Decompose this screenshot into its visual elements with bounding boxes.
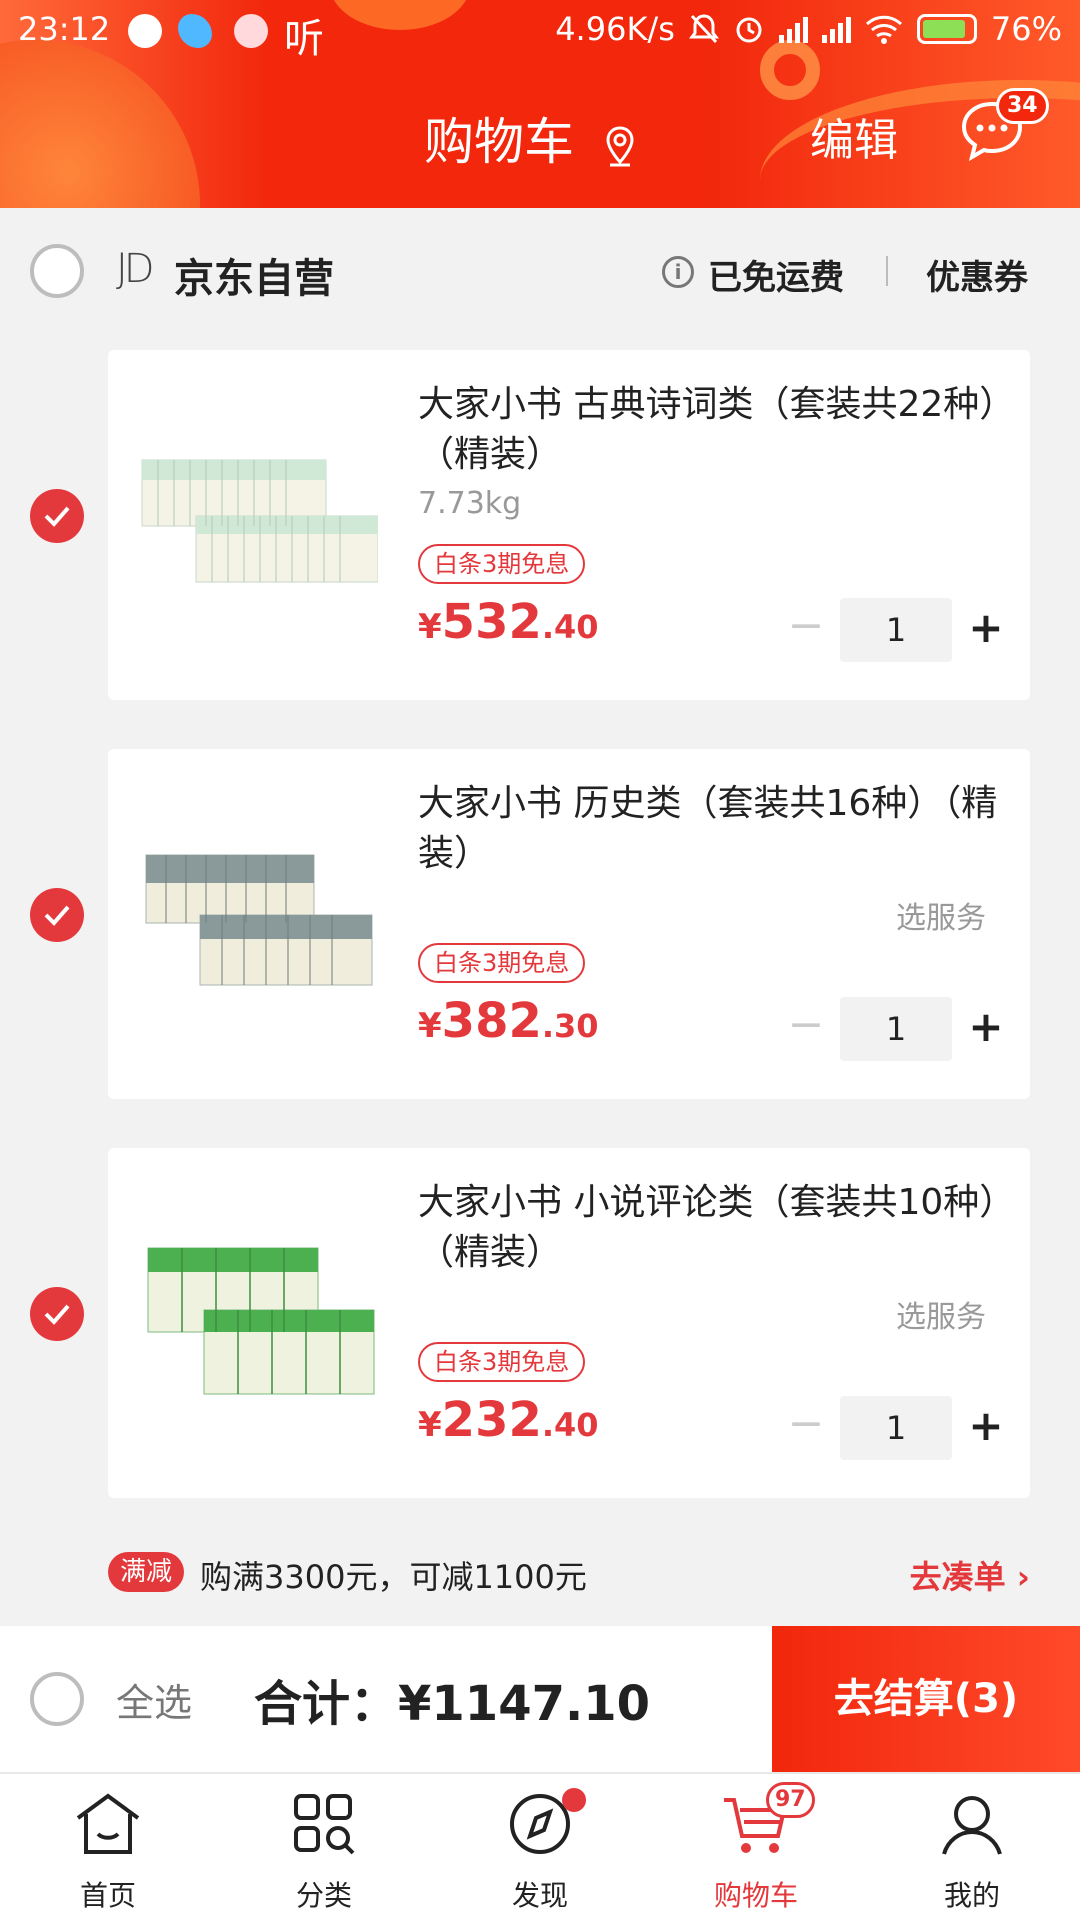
store-select-checkbox[interactable] [30,244,84,298]
increase-quantity-button[interactable]: + [964,997,1008,1057]
signal-icon [778,15,808,43]
product-weight: 7.73kg [418,486,522,521]
checkout-button[interactable]: 去结算(3) [772,1626,1080,1772]
profile-icon [942,1796,1002,1855]
decrease-quantity-button[interactable]: − [784,1396,828,1456]
jd-logo: JD [116,246,155,292]
increase-quantity-button[interactable]: + [964,1396,1008,1456]
alarm-icon [736,17,762,43]
info-icon[interactable]: i [662,256,694,288]
decrease-quantity-button[interactable]: − [784,997,828,1057]
price-symbol: ¥ [418,1006,442,1046]
message-count-badge: 34 [996,88,1049,124]
product-image[interactable] [138,1218,378,1398]
price-integer: 232 [441,1392,542,1448]
cart-count-badge: 97 [766,1782,815,1818]
page-title-area: 购物车 [0,102,1080,174]
tab-discover[interactable]: 发现 [432,1774,648,1920]
cart-item[interactable]: 大家小书 小说评论类（套装共10种）（精装） 选服务 白条3期免息 ¥232.4… [108,1148,1030,1498]
mute-bell-icon [688,14,719,44]
tab-label: 发现 [511,1879,568,1912]
tab-cart[interactable]: 97 购物车 [648,1774,864,1920]
cart-item[interactable]: 大家小书 古典诗词类（套装共22种）（精装） 7.73kg 白条3期免息 ¥53… [108,350,1030,700]
category-icon [294,1794,355,1855]
select-all-label[interactable]: 全选 [116,1672,192,1727]
price-symbol: ¥ [418,607,442,647]
status-time: 23:12 [18,10,111,48]
tab-label: 购物车 [713,1879,798,1912]
price-integer: 382 [441,993,542,1049]
installment-tag: 白条3期免息 [418,943,586,983]
promotion-bar: 满减 购满3300元，可减1100元 去凑单 › [108,1544,1030,1600]
decrease-quantity-button[interactable]: − [784,598,828,658]
product-price: ¥232.40 [418,1392,599,1448]
listen-icon: 听 [284,16,324,62]
select-service-button[interactable]: 选服务 [896,1292,986,1336]
product-price: ¥382.30 [418,993,599,1049]
network-speed: 4.96K/s [555,10,675,48]
quantity-input[interactable]: 1 [840,997,952,1061]
tab-category[interactable]: 分类 [216,1774,432,1920]
bottom-tab-bar: 首页 分类 发现 97 购物车 我的 [0,1772,1080,1920]
store-name[interactable]: 京东自营 [174,246,334,304]
item-select-checkbox[interactable] [30,888,84,942]
promo-badge: 满减 [108,1552,185,1592]
price-symbol: ¥ [418,1405,442,1445]
price-decimal: .40 [541,1406,599,1444]
product-name[interactable]: 大家小书 小说评论类（套装共10种）（精装） [418,1178,998,1278]
location-pin-icon[interactable] [604,125,636,167]
battery-icon [916,14,977,44]
installment-tag: 白条3期免息 [418,544,586,584]
cart-content: JD 京东自营 i 已免运费 优惠券 大家小书 古典诗词类（套装共22种）（精装… [0,208,1080,1626]
tab-label: 我的 [943,1879,1000,1912]
product-price: ¥532.40 [418,594,599,650]
product-name[interactable]: 大家小书 历史类（套装共16种）（精装） [418,779,998,879]
checkout-bar: 全选 合计：¥1147.10 去结算(3) [0,1626,1080,1772]
price-decimal: .30 [541,1007,599,1045]
total-price: 合计：¥1147.10 [254,1676,651,1732]
battery-percent: 76% [990,10,1062,48]
message-button[interactable]: 34 [958,88,1049,162]
coupon-button[interactable]: 优惠券 [926,250,1028,299]
status-right: 4.96K/s 76% [555,10,1062,48]
divider [886,256,888,286]
price-integer: 532 [441,594,542,650]
item-select-checkbox[interactable] [30,1287,84,1341]
browser-notification-icon [178,14,212,48]
notification-dot [562,1788,586,1812]
cart-item[interactable]: 大家小书 历史类（套装共16种）（精装） 选服务 白条3期免息 ¥382.30 … [108,749,1030,1099]
product-image[interactable] [138,819,378,999]
installment-tag: 白条3期免息 [418,1342,586,1382]
edit-button[interactable]: 编辑 [810,104,898,168]
item-select-checkbox[interactable] [30,489,84,543]
tab-label: 分类 [295,1879,352,1912]
music-notification-icon [234,14,268,48]
status-bar: 23:12 听 4.96K/s 76% [0,0,1080,62]
increase-quantity-button[interactable]: + [964,598,1008,658]
wifi-icon [865,15,902,44]
app-notification-icon [128,14,162,48]
shipping-status: 已免运费 [708,258,844,298]
checkmark-icon [44,905,70,926]
page-title: 购物车 [424,113,575,171]
store-header: JD 京东自营 i 已免运费 优惠券 [0,208,1080,333]
quantity-input[interactable]: 1 [840,598,952,662]
select-all-checkbox[interactable] [30,1672,84,1726]
promo-text: 购满3300元，可减1100元 [200,1558,587,1596]
home-icon [76,1793,140,1854]
product-image[interactable] [138,420,378,600]
tab-label: 首页 [79,1879,136,1912]
header: 23:12 听 4.96K/s 76% 购物车 编辑 34 [0,0,1080,208]
price-decimal: .40 [541,608,599,646]
add-on-items-link[interactable]: 去凑单 › [910,1552,1030,1598]
tab-home[interactable]: 首页 [0,1774,216,1920]
tab-profile[interactable]: 我的 [864,1774,1080,1920]
quantity-input[interactable]: 1 [840,1396,952,1460]
checkmark-icon [44,1304,70,1325]
signal-icon [821,15,851,43]
checkmark-icon [44,506,70,527]
select-service-button[interactable]: 选服务 [896,893,986,937]
product-name[interactable]: 大家小书 古典诗词类（套装共22种）（精装） [418,380,998,480]
